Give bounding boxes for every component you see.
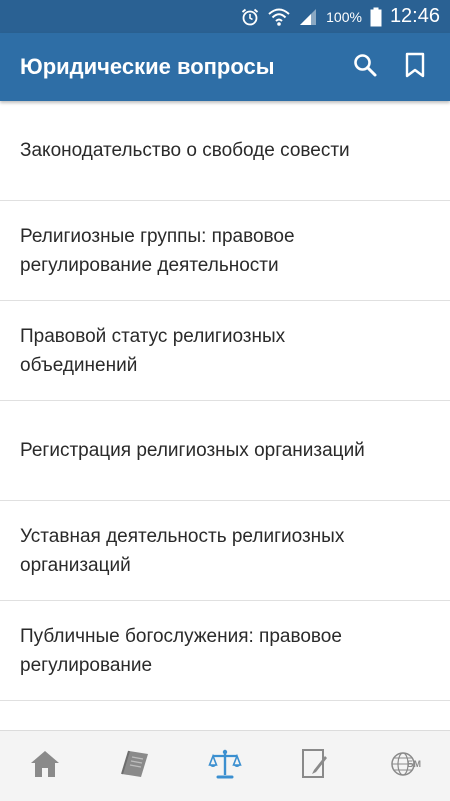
scales-icon bbox=[208, 748, 242, 785]
list-item[interactable]: Религиозные группы: правовое регулирован… bbox=[0, 201, 450, 301]
list-item-label: Публичные богослужения: правовое регулир… bbox=[20, 625, 342, 676]
topic-list: Законодательство о свободе совести Религ… bbox=[0, 101, 450, 731]
list-item[interactable] bbox=[0, 701, 450, 731]
list-item[interactable]: Публичные богослужения: правовое регулир… bbox=[0, 601, 450, 701]
list-item-label: Уставная деятельность религиозных органи… bbox=[20, 525, 345, 576]
list-item[interactable]: Уставная деятельность религиозных органи… bbox=[0, 501, 450, 601]
signal-icon bbox=[298, 7, 318, 27]
list-item-label: Религиозные группы: правовое регулирован… bbox=[20, 225, 295, 276]
list-item[interactable]: Законодательство о свободе совести bbox=[0, 101, 450, 201]
nav-home-button[interactable] bbox=[15, 736, 75, 796]
list-item[interactable]: Правовой статус религиозных объединений bbox=[0, 301, 450, 401]
home-icon bbox=[29, 749, 61, 784]
globe-logo-icon: БМ bbox=[387, 749, 423, 784]
search-icon bbox=[352, 52, 378, 83]
app-bar: Юридические вопросы bbox=[0, 33, 450, 101]
bottom-navigation: БМ bbox=[0, 730, 450, 801]
status-clock: 12:46 bbox=[389, 5, 440, 27]
nav-notes-button[interactable] bbox=[285, 736, 345, 796]
nav-legal-button[interactable] bbox=[195, 736, 255, 796]
list-item-label: Правовой статус религиозных объединений bbox=[20, 325, 286, 376]
logo-text: БМ bbox=[407, 759, 421, 769]
wifi-icon bbox=[268, 7, 290, 27]
page-title: Юридические вопросы bbox=[20, 54, 275, 79]
bookmark-button[interactable] bbox=[400, 52, 430, 82]
list-item-label: Регистрация религиозных организаций bbox=[20, 440, 365, 461]
list-item-label: Законодательство о свободе совести bbox=[20, 140, 350, 161]
book-icon bbox=[119, 748, 151, 785]
battery-icon bbox=[370, 7, 382, 27]
battery-percent: 100% bbox=[326, 8, 362, 25]
search-button[interactable] bbox=[350, 52, 380, 82]
bookmark-icon bbox=[404, 52, 426, 83]
nav-books-button[interactable] bbox=[105, 736, 165, 796]
nav-logo-button[interactable]: БМ bbox=[375, 736, 435, 796]
list-item[interactable]: Регистрация религиозных организаций bbox=[0, 401, 450, 501]
document-edit-icon bbox=[300, 748, 330, 785]
status-bar: 100% 12:46 bbox=[0, 0, 450, 33]
alarm-icon bbox=[240, 7, 260, 27]
